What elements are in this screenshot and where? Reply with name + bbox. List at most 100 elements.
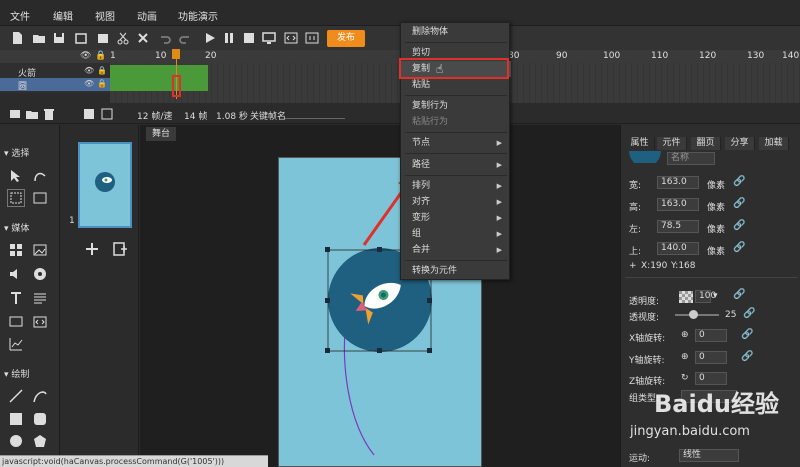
arrow-select-icon[interactable] (8, 168, 24, 184)
menu-edit[interactable]: 编辑 (53, 8, 73, 23)
menu-demo[interactable]: 功能演示 (178, 8, 218, 23)
crop-icon[interactable] (32, 190, 48, 206)
lock-icon[interactable]: 🔒 (97, 79, 107, 88)
tab-share[interactable]: 分享 (725, 137, 755, 150)
tab-symbol[interactable]: 元件 (657, 137, 687, 150)
menu-item-nodes[interactable]: 节点 ▶ (401, 135, 511, 151)
visible-icon[interactable]: 👁 (84, 79, 94, 88)
link-icon[interactable]: 🔗 (741, 351, 753, 362)
layer-row-circle[interactable]: 圆 👁 🔒 (0, 78, 110, 92)
duplicate-page-icon[interactable] (112, 241, 128, 257)
cut-icon[interactable] (116, 31, 130, 45)
circle-icon[interactable] (8, 433, 24, 449)
link-icon[interactable]: 🔗 (733, 242, 745, 253)
tab-flip[interactable]: 翻页 (691, 137, 721, 150)
top-input[interactable]: 140.0 (657, 242, 699, 255)
html-icon[interactable] (32, 314, 48, 330)
delete-icon[interactable] (136, 31, 150, 45)
tab-load[interactable]: 加载 (759, 137, 789, 150)
visible-icon[interactable]: 👁 (84, 66, 94, 75)
link-icon[interactable]: 🔗 (733, 220, 745, 231)
perspective-value: 25 (725, 310, 737, 320)
export-icon[interactable] (74, 31, 88, 45)
text-icon[interactable] (8, 290, 24, 306)
page-thumbnail[interactable] (78, 142, 132, 228)
link-icon[interactable]: 🔗 (733, 198, 745, 209)
eye-icon[interactable]: 👁 (80, 51, 91, 61)
line-icon[interactable] (8, 388, 24, 404)
publish-button[interactable]: 发布 (327, 30, 365, 47)
opacity-input[interactable]: 100 (695, 290, 716, 303)
rect-icon[interactable] (8, 411, 24, 427)
image-icon[interactable] (32, 242, 48, 258)
video-icon[interactable] (32, 266, 48, 282)
left-input[interactable]: 78.5 (657, 220, 699, 233)
curve-icon[interactable] (32, 388, 48, 404)
audio-icon[interactable] (8, 266, 24, 282)
object-name-input[interactable]: 名称 (667, 152, 715, 165)
link-icon[interactable]: 🔗 (733, 176, 745, 187)
menu-animation[interactable]: 动画 (137, 8, 157, 23)
frame-tool-icon[interactable] (8, 314, 24, 330)
menu-item-copy-behavior[interactable]: 复制行为 (401, 98, 511, 114)
keyframe-icon[interactable] (100, 107, 114, 121)
stage-artwork[interactable] (140, 125, 620, 467)
new-file-icon[interactable] (10, 31, 24, 45)
menu-item-path[interactable]: 路径 ▶ (401, 157, 511, 173)
pause-icon[interactable] (222, 31, 236, 45)
height-label: 高: (629, 203, 642, 213)
frame-icon[interactable] (82, 107, 96, 121)
menu-view[interactable]: 视图 (95, 8, 115, 23)
save-icon[interactable] (52, 31, 66, 45)
menu-separator (405, 260, 507, 261)
transform-icon[interactable] (7, 189, 25, 207)
yrot-input[interactable]: 0 (695, 351, 727, 364)
menu-item-convert-symbol[interactable]: 转换为元件 (401, 263, 511, 279)
keyframe-label: 关键帧名 (250, 112, 287, 122)
trash-icon[interactable] (42, 107, 56, 121)
opacity-dropdown-icon[interactable]: ▾ (713, 291, 718, 301)
lock-icon[interactable]: 🔒 (95, 51, 106, 61)
menu-item-arrange[interactable]: 排列 ▶ (401, 178, 511, 194)
code-icon[interactable] (284, 31, 298, 45)
grid-icon[interactable] (8, 242, 24, 258)
play-icon[interactable] (203, 31, 217, 45)
width-input[interactable]: 163.0 (657, 176, 699, 189)
link-icon[interactable]: 🔗 (741, 329, 753, 340)
menu-file[interactable]: 文件 (10, 8, 30, 23)
js-icon[interactable] (305, 31, 319, 45)
lock-icon[interactable]: 🔒 (97, 66, 107, 75)
node-select-icon[interactable] (32, 168, 48, 184)
menu-item-delete[interactable]: 删除物体 (401, 24, 511, 40)
perspective-slider-knob[interactable] (689, 310, 698, 319)
open-folder-icon[interactable] (32, 31, 46, 45)
tween-span[interactable] (110, 65, 208, 91)
opacity-swatch[interactable] (679, 291, 693, 303)
submenu-arrow-icon: ▶ (496, 161, 502, 169)
layer-row-rocket[interactable]: 火箭 👁 🔒 (0, 65, 110, 79)
pentagon-icon[interactable] (32, 433, 48, 449)
link-icon[interactable]: 🔗 (733, 289, 745, 300)
add-folder-icon[interactable] (25, 107, 39, 121)
preview-icon[interactable] (262, 31, 276, 45)
xrot-input[interactable]: 0 (695, 329, 727, 342)
watermark-url: jingyan.baidu.com (630, 424, 750, 439)
menu-item-transform[interactable]: 变形 ▶ (401, 210, 511, 226)
paragraph-icon[interactable] (32, 290, 48, 306)
add-page-icon[interactable] (84, 241, 100, 257)
keyframe-name-input[interactable] (285, 118, 345, 119)
stop-icon[interactable] (242, 31, 256, 45)
rounded-rect-icon[interactable] (32, 411, 48, 427)
add-layer-icon[interactable] (8, 107, 22, 121)
redo-icon[interactable] (178, 31, 192, 45)
menu-item-align[interactable]: 对齐 ▶ (401, 194, 511, 210)
undo-icon[interactable] (158, 31, 172, 45)
tab-properties[interactable]: 属性 (625, 137, 655, 150)
menu-item-merge[interactable]: 合并 ▶ (401, 242, 511, 258)
chart-icon[interactable] (8, 336, 24, 352)
menu-item-group[interactable]: 组 ▶ (401, 226, 511, 242)
menu-item-paste[interactable]: 粘贴 (401, 77, 511, 93)
link-icon[interactable]: 🔗 (743, 308, 755, 319)
import-icon[interactable] (96, 31, 110, 45)
height-input[interactable]: 163.0 (657, 198, 699, 211)
